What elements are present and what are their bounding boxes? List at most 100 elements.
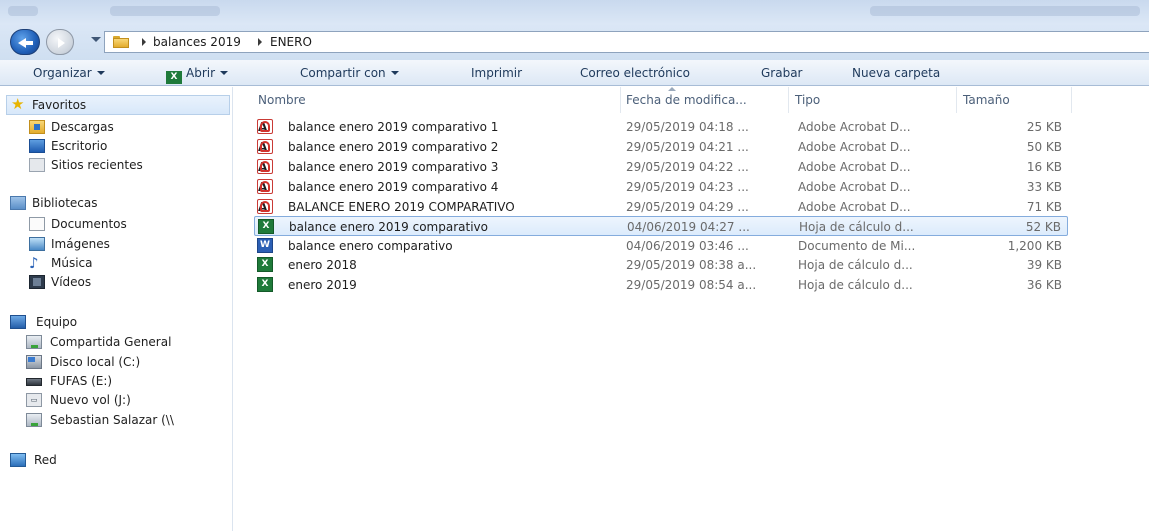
chevron-right-icon[interactable] xyxy=(142,38,146,46)
command-bar: Organizar X Abrir Compartir con Imprimir … xyxy=(0,60,1149,86)
sidebar-item-network[interactable]: Red xyxy=(10,452,230,470)
print-button[interactable]: Imprimir xyxy=(471,66,522,80)
burn-button[interactable]: Grabar xyxy=(761,66,803,80)
file-row[interactable]: balance enero 2019 comparativo 4 29/05/20… xyxy=(254,177,1068,197)
column-header-date-modified[interactable]: Fecha de modifica... xyxy=(626,93,747,107)
excel-icon: X xyxy=(166,71,182,84)
sidebar-item-label: Escritorio xyxy=(51,139,108,153)
recent-pages-dropdown[interactable] xyxy=(91,37,101,42)
sidebar-item-label: Sebastian Salazar (\\ xyxy=(50,413,174,427)
sidebar-item-sebastian-salazar[interactable]: Sebastian Salazar (\\ xyxy=(26,412,232,430)
libraries-icon xyxy=(10,196,26,210)
chevron-down-icon xyxy=(390,71,399,75)
address-bar[interactable]: balances 2019 ENERO xyxy=(104,31,1149,53)
column-divider[interactable] xyxy=(1071,87,1072,113)
share-with-button[interactable]: Compartir con xyxy=(300,66,399,80)
hard-drive-icon xyxy=(26,355,42,369)
star-icon: ★ xyxy=(11,95,25,113)
pdf-file-icon xyxy=(257,159,273,174)
pictures-icon xyxy=(29,237,45,251)
sidebar-item-label: Música xyxy=(51,256,93,270)
file-row[interactable]: Wbalance enero comparativo 04/06/2019 03:… xyxy=(254,236,1068,256)
file-name: balance enero comparativo xyxy=(288,239,453,253)
sidebar-item-recent-places[interactable]: Sitios recientes xyxy=(29,157,229,175)
file-row[interactable]: Xenero 2018 29/05/2019 08:38 a... Hoja de … xyxy=(254,255,1068,275)
column-header-size[interactable]: Tamaño xyxy=(963,93,1010,107)
acrobat-glyph-icon xyxy=(260,201,270,212)
sidebar-item-new-volume-j[interactable]: ▭ Nuevo vol (J:) xyxy=(26,392,232,410)
sidebar-item-documents[interactable]: Documentos xyxy=(29,216,229,234)
file-row[interactable]: balance enero 2019 comparativo 1 29/05/20… xyxy=(254,117,1068,137)
file-row[interactable]: Xenero 2019 29/05/2019 08:54 a... Hoja de … xyxy=(254,275,1068,295)
file-size: 36 KB xyxy=(1026,278,1062,292)
sidebar-item-libraries[interactable]: Bibliotecas xyxy=(10,195,230,213)
sidebar-item-music[interactable]: ♪ Música xyxy=(29,255,229,273)
pdf-file-icon xyxy=(257,119,273,134)
breadcrumb-balances-2019[interactable]: balances 2019 xyxy=(153,35,241,49)
column-header-type[interactable]: Tipo xyxy=(795,93,820,107)
acrobat-glyph-icon xyxy=(260,161,270,172)
sidebar-item-label: Equipo xyxy=(36,315,78,329)
sidebar-item-computer[interactable]: Equipo xyxy=(10,314,230,332)
file-name: balance enero 2019 comparativo 2 xyxy=(288,140,499,154)
excel-file-icon: X xyxy=(257,277,273,292)
sidebar-item-pictures[interactable]: Imágenes xyxy=(29,236,229,254)
new-folder-button[interactable]: Nueva carpeta xyxy=(852,66,940,80)
email-button[interactable]: Correo electrónico xyxy=(580,66,690,80)
pdf-file-icon xyxy=(257,199,273,214)
file-name: enero 2019 xyxy=(288,278,357,292)
open-button[interactable]: X Abrir xyxy=(166,66,229,84)
column-divider[interactable] xyxy=(620,87,621,113)
sidebar-item-desktop[interactable]: Escritorio xyxy=(29,138,229,156)
forward-button[interactable] xyxy=(46,29,74,55)
sidebar-item-fufas-e[interactable]: FUFAS (E:) xyxy=(26,373,232,391)
back-button[interactable] xyxy=(10,29,40,55)
column-divider[interactable] xyxy=(788,87,789,113)
file-row[interactable]: balance enero 2019 comparativo 3 29/05/20… xyxy=(254,157,1068,177)
documents-icon xyxy=(29,217,45,231)
file-list: Nombre Fecha de modifica... Tipo Tamaño … xyxy=(234,87,1149,531)
sidebar-item-label: Bibliotecas xyxy=(32,196,98,210)
file-size: 39 KB xyxy=(1026,258,1062,272)
file-date-modified: 29/05/2019 08:54 a... xyxy=(626,278,757,292)
recent-places-icon xyxy=(29,158,45,172)
file-row[interactable]: balance enero 2019 comparativo 2 29/05/20… xyxy=(254,137,1068,157)
blurred-title-fragment xyxy=(8,6,38,16)
file-type: Documento de Mi... xyxy=(798,239,916,253)
breadcrumb-enero[interactable]: ENERO xyxy=(270,35,312,49)
desktop-icon xyxy=(29,139,45,153)
file-size: 52 KB xyxy=(1025,220,1061,234)
organize-button[interactable]: Organizar xyxy=(33,66,105,80)
music-icon: ♪ xyxy=(29,254,39,272)
file-date-modified: 29/05/2019 04:22 ... xyxy=(626,160,749,174)
file-type: Adobe Acrobat D... xyxy=(798,120,911,134)
acrobat-glyph-icon xyxy=(260,181,270,192)
blurred-title-fragment xyxy=(110,6,220,16)
sidebar-item-shared-general[interactable]: Compartida General xyxy=(26,334,232,352)
sidebar-item-downloads[interactable]: Descargas xyxy=(29,119,229,137)
file-date-modified: 29/05/2019 04:18 ... xyxy=(626,120,749,134)
file-size: 16 KB xyxy=(1026,160,1062,174)
file-size: 1,200 KB xyxy=(1007,239,1062,253)
pdf-file-icon xyxy=(257,139,273,154)
column-divider[interactable] xyxy=(956,87,957,113)
network-icon xyxy=(10,453,26,467)
file-type: Adobe Acrobat D... xyxy=(798,180,911,194)
file-date-modified: 04/06/2019 04:27 ... xyxy=(627,220,750,234)
network-drive-icon xyxy=(26,413,42,427)
chevron-right-icon[interactable] xyxy=(258,38,262,46)
file-row[interactable]: BALANCE ENERO 2019 COMPARATIVO 29/05/2019… xyxy=(254,197,1068,217)
sidebar-item-label: FUFAS (E:) xyxy=(50,374,113,388)
sort-ascending-icon xyxy=(668,87,676,91)
file-row[interactable]: Xbalance enero 2019 comparativo 04/06/201… xyxy=(254,216,1068,236)
sidebar-item-favorites[interactable]: ★ Favoritos xyxy=(6,95,230,115)
file-size: 25 KB xyxy=(1026,120,1062,134)
file-type: Hoja de cálculo d... xyxy=(799,220,914,234)
sidebar-item-local-disk-c[interactable]: Disco local (C:) xyxy=(26,354,232,372)
column-header-name[interactable]: Nombre xyxy=(258,93,306,107)
acrobat-glyph-icon xyxy=(260,141,270,152)
volume-icon: ▭ xyxy=(26,393,42,407)
file-type: Adobe Acrobat D... xyxy=(798,140,911,154)
sidebar-item-videos[interactable]: Vídeos xyxy=(29,274,229,292)
file-date-modified: 29/05/2019 04:23 ... xyxy=(626,180,749,194)
